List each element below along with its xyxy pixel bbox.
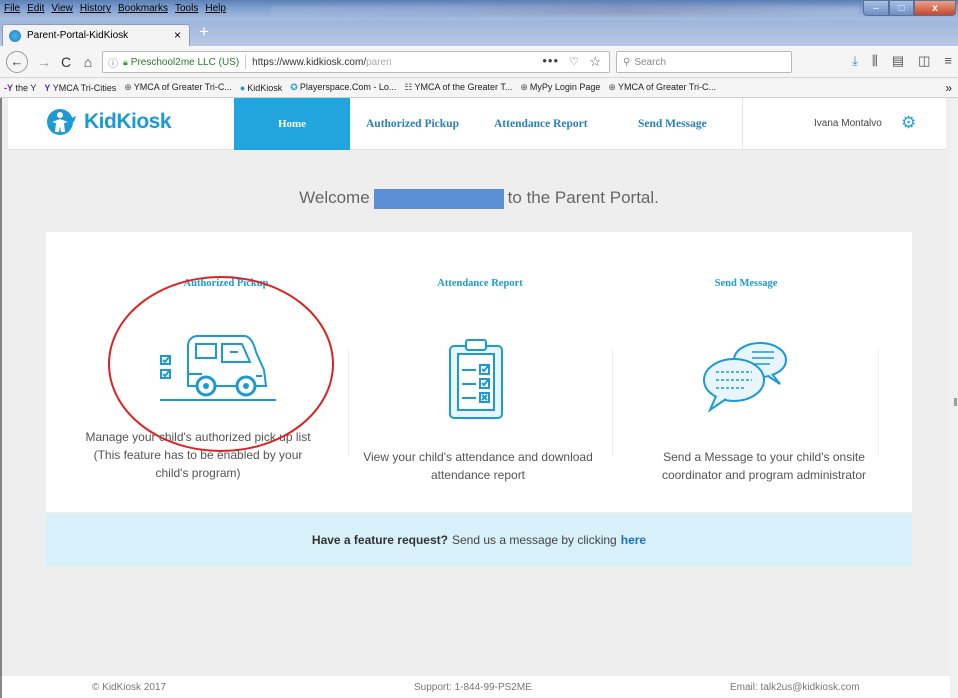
ymca-y-icon: Y [44,82,51,93]
library-icon[interactable]: ⫼ [872,53,878,69]
reload-button[interactable]: C [56,52,76,72]
url-path: paren [366,56,392,68]
tab-title: Parent-Portal-KidKiosk [27,30,129,41]
window-title-blurred [270,6,860,15]
search-input[interactable]: Search [634,57,666,68]
home-button[interactable]: ⌂ [78,52,98,72]
lock-icon: 🔒︎ [123,56,128,67]
clipboard-checklist-icon[interactable] [446,336,506,422]
logo-text: KidKiosk [84,110,172,133]
tab-bar: Parent-Portal-KidKiosk × + [0,20,958,46]
reader-view-icon[interactable]: ▤ [892,53,904,69]
bookmark-item[interactable]: ⊕ MyPy Login Page [520,82,600,93]
window-edge [0,98,2,698]
banner-heading: Have a feature request? [311,533,448,547]
welcome-suffix: to the Parent Portal. [507,188,659,207]
bookmark-item[interactable]: ● KidKiosk [240,83,282,93]
minimize-button[interactable]: – [863,0,889,16]
maximize-button[interactable]: □ [889,0,914,16]
grid-icon: ☷ [404,82,413,92]
close-window-button[interactable]: x [914,0,956,16]
footer-support: Support: 1-844-99-PS2ME [414,682,532,693]
navigation-toolbar: ← → C ⌂ ⓘ 🔒︎ Preschool2me LLC (US) https… [0,46,958,78]
footer-email[interactable]: Email: talk2us@kidkiosk.com [730,682,860,693]
tab-close-icon[interactable]: × [174,28,181,42]
page-scrollbar[interactable] [950,98,958,698]
site-header: KidKiosk Home Authorized Pickup Attendan… [8,98,946,150]
column-divider [348,350,349,456]
menu-tools[interactable]: Tools [175,3,198,14]
globe-icon: ⊕ [124,82,132,92]
menu-help[interactable]: Help [205,3,226,14]
new-tab-button[interactable]: + [194,22,214,42]
nav-home[interactable]: Home [234,98,350,150]
bookmark-item[interactable]: ⊕ YMCA of Greater Tri-C... [124,82,232,93]
kidkiosk-logo[interactable]: KidKiosk [46,108,172,136]
nav-attendance-report[interactable]: Attendance Report [494,98,588,150]
bookmark-item[interactable]: ☷ YMCA of the Greater T... [404,82,512,93]
bookmarks-toolbar: -Y the Y Y YMCA Tri-Cities ⊕ YMCA of Grea… [0,78,958,98]
pocket-icon[interactable]: ♡ [569,55,579,68]
bookmark-item[interactable]: ⊕ YMCA of Greater Tri-C... [608,82,716,93]
banner-link-here[interactable]: here [621,533,646,547]
send-message-description: Send a Message to your child's onsite co… [661,450,867,482]
welcome-prefix: Welcome [299,188,370,207]
column-divider [612,350,613,456]
forward-button[interactable]: → [34,52,54,72]
column-divider [878,350,879,456]
globe-icon: ⊕ [520,82,528,92]
browser-tab-active[interactable]: Parent-Portal-KidKiosk × [2,24,190,46]
menu-history[interactable]: History [80,3,111,14]
kidkiosk-icon: ● [239,82,246,93]
bookmark-item[interactable]: Y YMCA Tri-Cities [44,83,116,93]
nav-authorized-pickup[interactable]: Authorized Pickup [366,98,459,150]
toolbar-icons: ⤓ ⫼ ▤ ◫ ≡ [852,53,952,69]
menu-file[interactable]: File [4,3,20,14]
attendance-report-description: View your child's attendance and downloa… [363,450,593,482]
banner-text: Send us a message by clicking [451,533,617,547]
page-actions-icon[interactable]: ••• [542,53,559,68]
back-button[interactable]: ← [6,51,28,73]
feature-request-banner: Have a feature request? Send us a messag… [46,514,912,566]
bookmarks-overflow-icon[interactable]: » [945,81,952,95]
chat-bubbles-icon[interactable] [702,340,792,416]
send-message-title[interactable]: Send Message [646,278,846,289]
nav-send-message[interactable]: Send Message [638,98,707,150]
footer-copyright: © KidKiosk 2017 [92,682,167,693]
menu-edit[interactable]: Edit [27,3,44,14]
menu-view[interactable]: View [51,3,73,14]
search-icon: ⚲ [623,56,631,68]
window-controls: – □ x [863,0,956,16]
ymca-y-icon: -Y [4,82,13,93]
welcome-message: Welcome to the Parent Portal. [0,188,958,209]
hamburger-menu-icon[interactable]: ≡ [944,53,952,69]
bookmark-star-icon[interactable]: ☆ [589,54,601,70]
url-host: https://www.kidkiosk.com/ [252,56,367,68]
menu-bar: File Edit View History Bookmarks Tools H… [0,0,958,20]
playerspace-icon: ✪ [290,82,298,92]
bookmark-item[interactable]: -Y the Y [4,83,36,93]
redacted-name [373,188,504,209]
red-annotation-circle [108,276,334,452]
search-bar[interactable]: ⚲ Search [616,51,792,73]
kidkiosk-logo-icon [47,109,76,135]
page-content: KidKiosk Home Authorized Pickup Attendan… [0,98,958,698]
globe-icon: ⊕ [608,82,616,92]
url-divider [245,55,247,69]
site-footer: © KidKiosk 2017 Support: 1-844-99-PS2ME … [0,676,958,698]
site-info-icon[interactable]: ⓘ [103,55,123,70]
menu-bookmarks[interactable]: Bookmarks [118,3,168,14]
kidkiosk-favicon-icon [9,29,21,42]
sidebar-icon[interactable]: ◫ [918,53,930,69]
gear-icon[interactable]: ⚙ [901,114,916,131]
menu-items: File Edit View History Bookmarks Tools H… [4,3,226,14]
url-bar[interactable]: ⓘ 🔒︎ Preschool2me LLC (US) https://www.k… [102,51,610,73]
scrollbar-thumb[interactable] [954,398,957,406]
site-identity[interactable]: Preschool2me LLC (US) [131,57,239,68]
user-name[interactable]: Ivana Montalvo [814,118,882,129]
bookmark-item[interactable]: ✪ Playerspace.Com - Lo... [290,82,396,93]
download-icon[interactable]: ⤓ [852,53,858,69]
attendance-report-title[interactable]: Attendance Report [380,278,580,289]
nav-divider [742,98,743,150]
